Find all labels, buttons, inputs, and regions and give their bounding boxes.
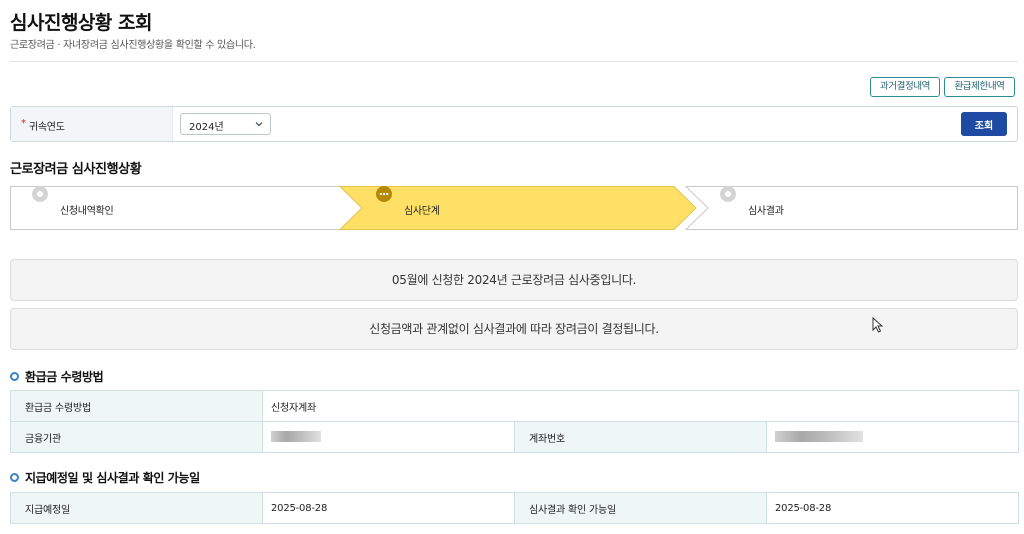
- table-row: 금융기관 계좌번호: [11, 422, 1019, 453]
- result-date-value: 2025-08-28: [767, 493, 1019, 524]
- payment-date-value: 2025-08-28: [263, 493, 515, 524]
- step-inactive-icon: [720, 186, 736, 202]
- page-description: 근로장려금 · 자녀장려금 심사진행상황을 확인할 수 있습니다.: [10, 36, 256, 51]
- notice-amount-info: 신청금액과 관계없이 심사결과에 따라 장려금이 결정됩니다.: [10, 308, 1018, 350]
- step-inactive-icon: [32, 186, 48, 202]
- required-mark: *: [21, 118, 26, 129]
- payment-schedule-title: 지급예정일 및 심사결과 확인 가능일: [10, 469, 200, 486]
- section-title: 근로장려금 심사진행상황: [10, 158, 141, 177]
- bullet-icon: [10, 372, 19, 381]
- step-label-result: 심사결과: [748, 202, 784, 217]
- search-button[interactable]: 조회: [961, 112, 1007, 136]
- payment-date-label: 지급예정일: [11, 493, 263, 524]
- refund-method-title: 환급금 수령방법: [10, 368, 103, 385]
- step-label-review: 심사단계: [404, 202, 440, 217]
- progress-steps: 신청내역확인 심사단계 심사결과: [10, 186, 1018, 230]
- table-row: 환급금 수령방법 신청자계좌: [11, 391, 1019, 422]
- year-select[interactable]: 2024년: [180, 113, 271, 135]
- account-label: 계좌번호: [515, 422, 767, 453]
- refund-method-table: 환급금 수령방법 신청자계좌 금융기관 계좌번호: [10, 390, 1019, 453]
- page-title: 심사진행상황 조회: [10, 8, 152, 35]
- refund-method-title-text: 환급금 수령방법: [25, 370, 103, 384]
- mouse-cursor-icon: [872, 317, 884, 333]
- bullet-icon: [10, 473, 19, 482]
- result-date-label: 심사결과 확인 가능일: [515, 493, 767, 524]
- step-active-icon: [376, 186, 392, 202]
- refund-method-value: 신청자계좌: [263, 391, 1019, 422]
- table-row: 지급예정일 2025-08-28 심사결과 확인 가능일 2025-08-28: [11, 493, 1019, 524]
- masked-account-number: [775, 431, 863, 442]
- account-value-masked: [767, 422, 1019, 453]
- bank-value-masked: [263, 422, 515, 453]
- bank-label: 금융기관: [11, 422, 263, 453]
- year-label: 귀속연도: [29, 118, 65, 133]
- notice-review-status: 05월에 신청한 2024년 근로장려금 심사중입니다.: [10, 259, 1018, 301]
- search-label-cell: * 귀속연도: [11, 107, 173, 141]
- payment-schedule-table: 지급예정일 2025-08-28 심사결과 확인 가능일 2025-08-28: [10, 492, 1019, 524]
- payment-schedule-title-text: 지급예정일 및 심사결과 확인 가능일: [25, 471, 200, 485]
- refund-limit-button[interactable]: 환급제한내역: [944, 77, 1015, 97]
- masked-bank-name: [271, 431, 321, 442]
- search-box: * 귀속연도 2024년 조회: [10, 106, 1018, 142]
- top-divider: [10, 61, 1018, 62]
- step-2-shape: [340, 187, 696, 230]
- year-select-value: 2024년: [189, 118, 224, 133]
- refund-method-label: 환급금 수령방법: [11, 391, 263, 422]
- chevron-down-icon: [255, 118, 263, 130]
- past-decisions-button[interactable]: 과거결정내역: [870, 77, 940, 97]
- progress-steps-background: [10, 186, 1018, 230]
- step-label-application: 신청내역확인: [60, 202, 113, 217]
